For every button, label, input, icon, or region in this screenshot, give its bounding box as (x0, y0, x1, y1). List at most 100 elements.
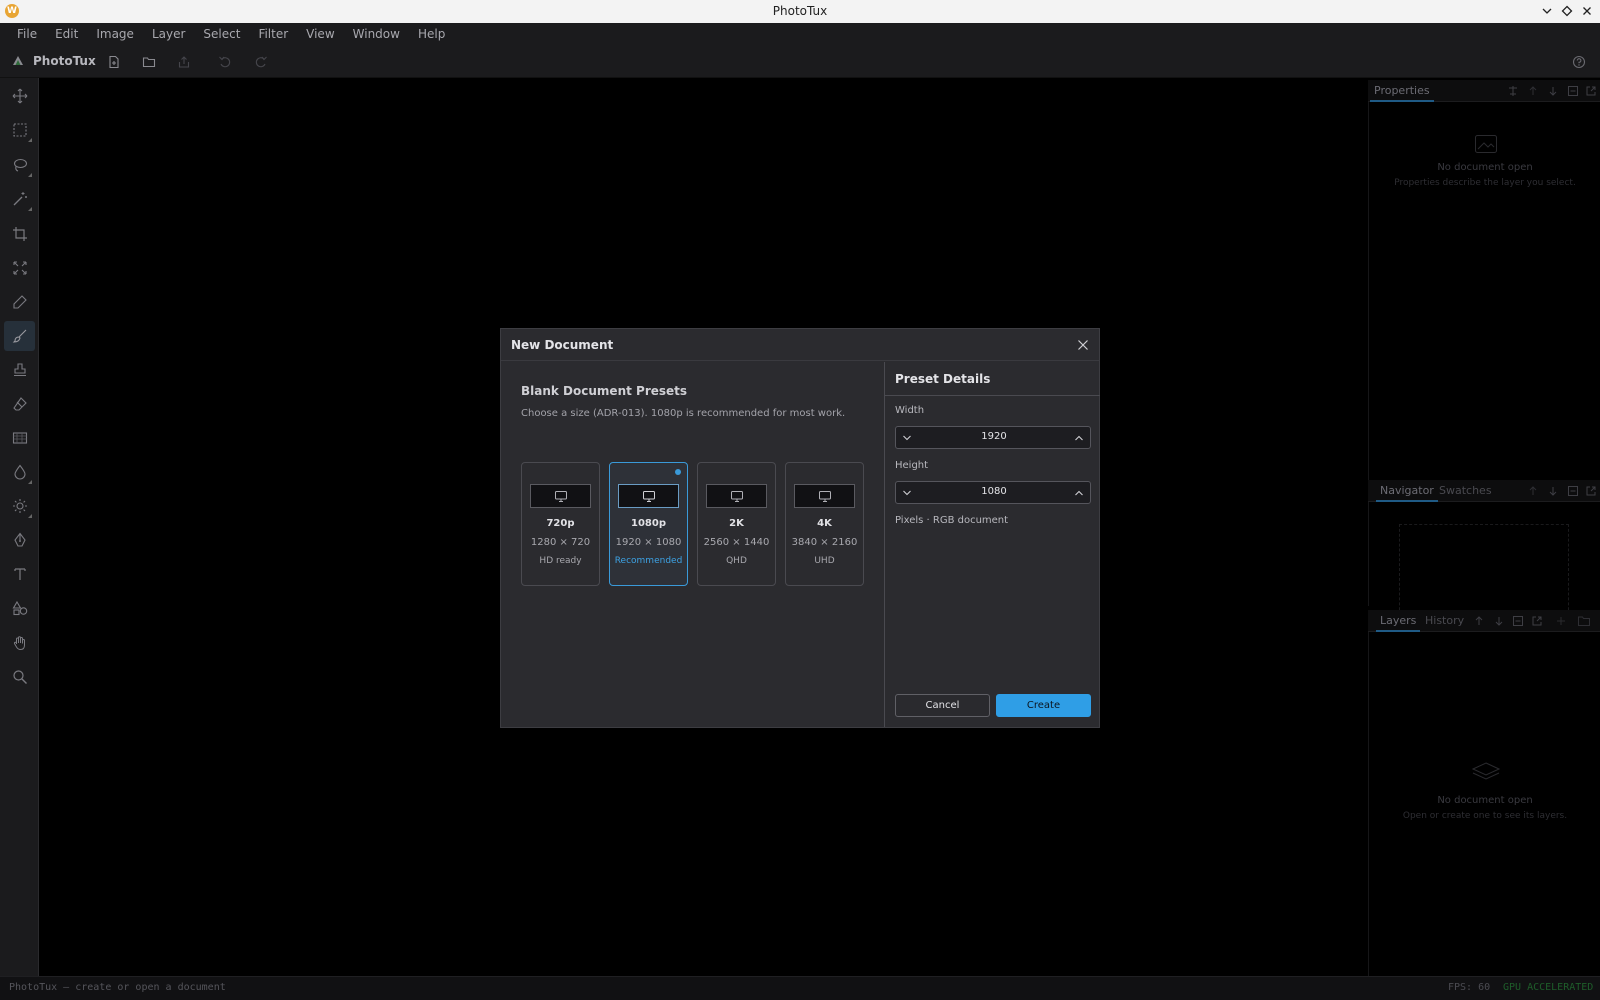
preset-dimensions: 2560 × 1440 (703, 537, 770, 548)
decrement-width-icon[interactable] (899, 430, 915, 446)
popout-panel-icon[interactable] (1584, 84, 1598, 98)
new-document-dialog: New Document Blank Document Presets Choo… (500, 328, 1100, 728)
layers-panel-header: Layers History (1368, 610, 1600, 632)
collapse-panel-icon[interactable] (1566, 84, 1580, 98)
brand-label: PhotoTux (33, 54, 96, 68)
tab-history[interactable]: History (1425, 614, 1464, 627)
details-divider (885, 395, 1100, 396)
move-down-icon[interactable] (1546, 84, 1560, 98)
preset-tag: UHD (814, 556, 835, 566)
shape-tool-icon[interactable] (4, 593, 35, 623)
popout-panel-icon[interactable] (1584, 484, 1598, 498)
move-up-icon[interactable] (1526, 484, 1540, 498)
pin-icon[interactable] (1506, 84, 1520, 98)
properties-empty-sub: Properties describe the layer you select… (1394, 178, 1576, 188)
width-label: Width (895, 405, 925, 416)
transform-tool-icon[interactable] (4, 253, 35, 283)
navigator-preview[interactable] (1399, 524, 1569, 620)
help-icon[interactable] (1570, 53, 1588, 71)
status-bar: PhotoTux — create or open a document FPS… (0, 976, 1600, 1000)
minimize-icon[interactable] (1538, 2, 1556, 20)
preset-card-720p[interactable]: 720p 1280 × 720 HD ready (521, 462, 600, 586)
add-layer-icon[interactable] (1554, 614, 1568, 628)
hand-tool-icon[interactable] (4, 628, 35, 658)
lasso-tool-icon[interactable] (4, 150, 35, 180)
menu-view[interactable]: View (297, 23, 343, 45)
tab-layers[interactable]: Layers (1375, 614, 1421, 632)
menu-window[interactable]: Window (344, 23, 409, 45)
tab-swatches[interactable]: Swatches (1439, 484, 1492, 497)
status-message: PhotoTux — create or open a document (9, 982, 226, 993)
export-icon[interactable] (175, 53, 193, 71)
zoom-tool-icon[interactable] (4, 662, 35, 692)
right-panels: Properties No document open Properties d… (1368, 78, 1600, 976)
cancel-button[interactable]: Cancel (895, 694, 990, 717)
text-tool-icon[interactable] (4, 559, 35, 589)
height-value[interactable]: 1080 (916, 486, 1072, 497)
collapse-panel-icon[interactable] (1511, 614, 1525, 628)
preset-details-area: Preset Details Width 1920 Height 1080 Pi… (884, 362, 1100, 727)
dialog-close-icon[interactable] (1075, 337, 1091, 353)
dialog-header: New Document (501, 329, 1099, 361)
menu-file[interactable]: File (8, 23, 46, 45)
preset-card-1080p[interactable]: 1080p 1920 × 1080 Recommended (609, 462, 688, 586)
stamp-tool-icon[interactable] (4, 355, 35, 385)
maximize-icon[interactable] (1558, 2, 1576, 20)
width-value[interactable]: 1920 (916, 431, 1072, 442)
properties-panel-header: Properties (1368, 80, 1600, 102)
tab-properties[interactable]: Properties (1370, 84, 1434, 102)
height-stepper[interactable]: 1080 (895, 481, 1091, 504)
menu-image[interactable]: Image (87, 23, 143, 45)
dialog-title: New Document (511, 338, 614, 352)
create-button[interactable]: Create (996, 694, 1091, 717)
menu-layer[interactable]: Layer (143, 23, 194, 45)
menu-edit[interactable]: Edit (46, 23, 87, 45)
preset-dimensions: 3840 × 2160 (791, 537, 858, 548)
width-stepper[interactable]: 1920 (895, 426, 1091, 449)
collapse-panel-icon[interactable] (1566, 484, 1580, 498)
preset-card-2k[interactable]: 2K 2560 × 1440 QHD (697, 462, 776, 586)
move-up-icon[interactable] (1526, 84, 1540, 98)
navigator-panel-header: Navigator Swatches (1368, 480, 1600, 502)
tab-navigator[interactable]: Navigator (1376, 484, 1438, 502)
decrement-height-icon[interactable] (899, 485, 915, 501)
menu-filter[interactable]: Filter (249, 23, 297, 45)
marquee-tool-icon[interactable] (4, 115, 35, 145)
layers-stack-icon (1472, 762, 1500, 780)
add-group-icon[interactable] (1577, 614, 1591, 628)
increment-height-icon[interactable] (1071, 485, 1087, 501)
preset-name: 720p (546, 518, 575, 529)
brush-tool-icon[interactable] (4, 321, 35, 351)
gpu-badge: GPU ACCELERATED (1503, 982, 1594, 993)
increment-width-icon[interactable] (1071, 430, 1087, 446)
close-window-icon[interactable] (1578, 2, 1596, 20)
move-down-icon[interactable] (1492, 614, 1506, 628)
crop-tool-icon[interactable] (4, 219, 35, 249)
preset-dimensions: 1920 × 1080 (615, 537, 682, 548)
move-up-icon[interactable] (1472, 614, 1486, 628)
layers-panel-body: No document open Open or create one to s… (1368, 632, 1600, 976)
pen-tool-icon[interactable] (4, 525, 35, 555)
height-label: Height (895, 460, 929, 471)
open-folder-icon[interactable] (140, 53, 158, 71)
magic-wand-tool-icon[interactable] (4, 184, 35, 214)
properties-panel-body: No document open Properties describe the… (1368, 102, 1600, 482)
popout-panel-icon[interactable] (1530, 614, 1544, 628)
gradient-tool-icon[interactable] (4, 423, 35, 453)
move-down-icon[interactable] (1546, 484, 1560, 498)
menu-select[interactable]: Select (194, 23, 249, 45)
eraser-tool-icon[interactable] (4, 389, 35, 419)
details-heading: Preset Details (895, 372, 991, 386)
blur-tool-icon[interactable] (4, 457, 35, 487)
undo-icon[interactable] (216, 53, 234, 71)
brand-logo-icon (13, 56, 23, 65)
new-document-icon[interactable] (105, 53, 123, 71)
redo-icon[interactable] (252, 53, 270, 71)
preset-card-4k[interactable]: 4K 3840 × 2160 UHD (785, 462, 864, 586)
dodge-tool-icon[interactable] (4, 491, 35, 521)
monitor-icon (706, 484, 767, 508)
menu-help[interactable]: Help (409, 23, 454, 45)
move-tool-icon[interactable] (4, 81, 35, 111)
fps-readout: FPS: 60 (1448, 982, 1491, 993)
eyedropper-tool-icon[interactable] (4, 287, 35, 317)
